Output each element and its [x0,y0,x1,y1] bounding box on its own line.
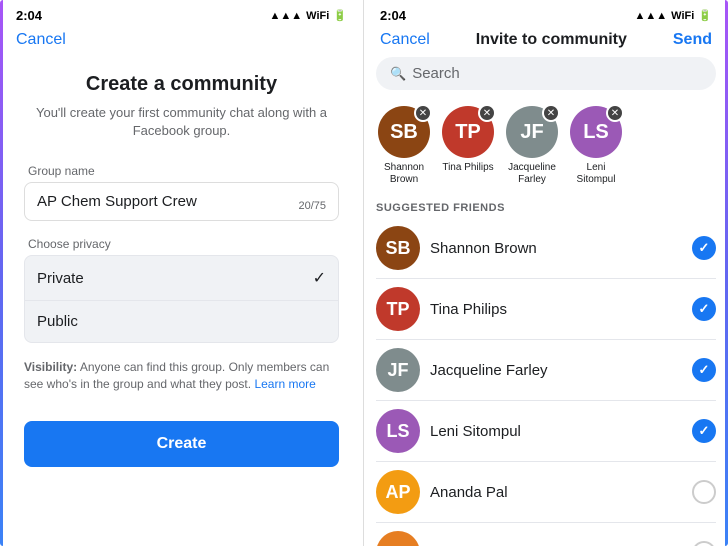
friend-item-jacqueline[interactable]: JF Jacqueline Farley ✓ [364,340,728,400]
group-name-section: Group name AP Chem Support Crew 20/75 [24,164,339,221]
privacy-options: Private ✓ Public [24,255,339,343]
friend-item-tina[interactable]: TP Tina Philips ✓ [364,279,728,339]
avatar-name-leni: LeniSitompul [577,162,616,186]
status-bar-left: 2:04 ▲▲▲ WiFi 🔋 [0,0,363,27]
checkmark-icon-leni: ✓ [699,423,710,439]
status-bar-right: 2:04 ▲▲▲ WiFi 🔋 [364,0,728,27]
avatar-wrapper-shannon: SB ✕ [378,106,430,158]
right-phone: 2:04 ▲▲▲ WiFi 🔋 Cancel Invite to communi… [364,0,728,546]
signal-icon: ▲▲▲ [270,10,303,22]
selected-avatar-jacqueline: JF ✕ JacquelineFarley [504,106,560,186]
check-ananda [692,480,716,504]
selected-avatar-tina: TP ✕ Tina Philips [440,106,496,186]
friend-avatar-ananda: AP [376,470,420,514]
battery-icon-right: 🔋 [698,9,712,22]
char-count: 20/75 [298,200,326,212]
learn-more-link[interactable]: Learn more [254,377,315,391]
suggested-friends-header: SUGGESTED FRIENDS [364,194,728,218]
friend-item-mohammad[interactable]: MH Mohammad Hosseini [364,523,728,546]
status-icons-left: ▲▲▲ WiFi 🔋 [270,9,348,22]
friend-name-leni: Leni Sitompul [430,423,682,440]
wifi-icon-right: WiFi [671,10,694,22]
checkmark-icon-jacqueline: ✓ [699,362,710,378]
status-time-left: 2:04 [16,8,42,23]
privacy-private-label: Private [37,270,84,287]
friend-avatar-tina: TP [376,287,420,331]
avatar-name-jacqueline: JacquelineFarley [508,162,556,186]
privacy-label: Choose privacy [24,237,339,251]
group-name-label: Group name [24,164,339,178]
wifi-icon: WiFi [306,10,329,22]
check-leni: ✓ [692,419,716,443]
friend-name-ananda: Ananda Pal [430,484,682,501]
nav-title-right: Invite to community [476,31,627,49]
check-tina: ✓ [692,297,716,321]
remove-jacqueline[interactable]: ✕ [542,104,560,122]
friend-name-shannon: Shannon Brown [430,240,682,257]
friend-item-ananda[interactable]: AP Ananda Pal [364,462,728,522]
signal-icon-right: ▲▲▲ [635,10,668,22]
checkmark-icon-tina: ✓ [699,301,710,317]
avatar-wrapper-leni: LS ✕ [570,106,622,158]
cancel-button-right[interactable]: Cancel [380,31,430,49]
left-phone-border [0,0,3,546]
search-icon: 🔍 [390,66,406,82]
friend-avatar-mohammad: MH [376,531,420,546]
privacy-public-label: Public [37,313,78,330]
friend-item-leni[interactable]: LS Leni Sitompul ✓ [364,401,728,461]
create-button[interactable]: Create [24,421,339,467]
avatar-name-shannon: ShannonBrown [384,162,424,186]
visibility-text: Visibility: Anyone can find this group. … [24,359,339,393]
left-phone: 2:04 ▲▲▲ WiFi 🔋 Cancel Create a communit… [0,0,364,546]
avatar-name-tina: Tina Philips [442,162,493,174]
check-shannon: ✓ [692,236,716,260]
friend-item-shannon[interactable]: SB Shannon Brown ✓ [364,218,728,278]
friend-name-jacqueline: Jacqueline Farley [430,362,682,379]
send-button[interactable]: Send [673,31,712,49]
search-input[interactable]: Search [412,65,460,82]
page-subtitle: You'll create your first community chat … [24,104,339,140]
avatar-wrapper-tina: TP ✕ [442,106,494,158]
privacy-option-private[interactable]: Private ✓ [24,255,339,300]
selected-avatars-row: SB ✕ ShannonBrown TP ✕ Tina Philips JF ✕… [364,98,728,194]
search-bar[interactable]: 🔍 Search [376,57,716,90]
left-content: Create a community You'll create your fi… [0,57,363,483]
status-time-right: 2:04 [380,8,406,23]
selected-avatar-leni: LS ✕ LeniSitompul [568,106,624,186]
privacy-option-public[interactable]: Public [24,300,339,343]
remove-leni[interactable]: ✕ [606,104,624,122]
friend-name-tina: Tina Philips [430,301,682,318]
group-name-input[interactable]: AP Chem Support Crew 20/75 [24,182,339,221]
page-title-left: Create a community [24,73,339,96]
right-nav: Cancel Invite to community Send [364,27,728,57]
left-nav: Cancel [0,27,363,57]
privacy-section: Choose privacy Private ✓ Public [24,237,339,343]
friend-avatar-shannon: SB [376,226,420,270]
group-name-value: AP Chem Support Crew [37,193,326,210]
check-mohammad [692,541,716,546]
checkmark-icon-shannon: ✓ [699,240,710,256]
friend-avatar-leni: LS [376,409,420,453]
remove-shannon[interactable]: ✕ [414,104,432,122]
checkmark-private: ✓ [313,268,326,288]
selected-avatar-shannon: SB ✕ ShannonBrown [376,106,432,186]
friends-list: SB Shannon Brown ✓ TP Tina Philips ✓ JF … [364,218,728,546]
battery-icon: 🔋 [333,9,347,22]
avatar-wrapper-jacqueline: JF ✕ [506,106,558,158]
friend-avatar-jacqueline: JF [376,348,420,392]
cancel-button-left[interactable]: Cancel [16,31,66,48]
status-icons-right: ▲▲▲ WiFi 🔋 [635,9,713,22]
remove-tina[interactable]: ✕ [478,104,496,122]
check-jacqueline: ✓ [692,358,716,382]
